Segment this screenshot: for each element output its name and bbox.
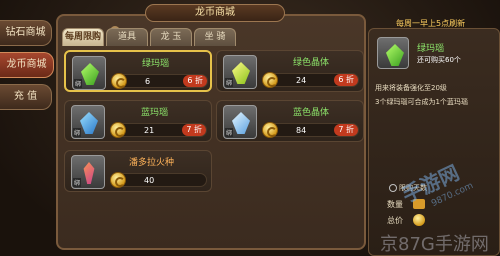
price-bar: 84 7 折 [262,122,359,138]
item-icon-box: 绑 [71,105,105,139]
green-agate-icon [386,44,404,66]
detail-remaining: 还可购买60个 [417,56,461,64]
item-name: 潘多拉火种 [129,158,175,168]
item-icon-box: 绑 [223,105,257,139]
detail-desc-line: 3个绿玛瑙可合成为1个蓝玛瑙 [375,98,468,106]
page-title: 龙币商城 [145,4,285,22]
clock-icon [389,184,397,192]
bound-tag: 绑 [74,79,83,88]
watermark: 京87G手游网 [380,234,489,255]
tab-bar: 每周限购 道具 龙 玉 坐 骑 [62,28,236,46]
tab-weekly-limit[interactable]: 每周限购 [62,28,104,46]
green-agate-icon [81,63,99,85]
bound-tag: 绑 [225,128,234,137]
shop-item[interactable]: 绑 绿色晶体 24 6 折 [216,50,364,92]
dragon-coin-icon [110,122,126,138]
tab-dragon-jade[interactable]: 龙 玉 [150,28,192,46]
green-crystal-icon [232,62,250,84]
bound-tag: 绑 [73,128,82,137]
dragon-coin-icon [262,122,278,138]
discount-badge: 7 折 [182,124,206,136]
item-price: 21 [144,126,155,135]
price-bar: 40 [110,172,207,188]
dragon-coin-icon [111,73,127,89]
sidebar-item-recharge[interactable]: 充 值 [0,84,52,110]
item-price: 6 [145,77,151,86]
shop-item[interactable]: 绑 蓝玛瑙 21 7 折 [64,100,212,142]
item-detail-panel: 绿玛瑙 还可购买60个 用来将装备强化至20级 3个绿玛瑙可合成为1个蓝玛瑙 限… [368,28,500,256]
dragon-coin-icon [110,172,126,188]
total-price-label: 总价 [387,216,403,225]
item-price: 24 [296,76,307,85]
tab-props[interactable]: 道具 [106,28,148,46]
item-icon-box: 绑 [71,155,105,189]
item-icon-box: 绑 [223,55,257,89]
discount-badge: 7 折 [334,124,358,136]
sidebar-item-dragon-coin-mall[interactable]: 龙币商城 [0,52,54,78]
detail-item-name: 绿玛瑙 [417,44,445,54]
discount-badge: 6 折 [183,75,207,87]
item-name: 蓝色晶体 [293,108,330,118]
blue-agate-icon [80,112,98,134]
pandora-tinder-icon [83,162,95,184]
tab-mounts[interactable]: 坐 骑 [194,28,236,46]
discount-badge: 6 折 [334,74,358,86]
shop-item[interactable]: 绑 潘多拉火种 40 [64,150,212,192]
detail-item-icon [377,37,409,69]
item-name: 绿玛瑙 [142,59,170,69]
price-bar: 6 6 折 [111,73,208,89]
detail-desc-line: 用来将装备强化至20级 [375,84,447,92]
item-price: 40 [144,176,155,185]
price-bar: 24 6 折 [262,72,359,88]
bound-tag: 绑 [225,78,234,87]
dragon-coin-icon [262,72,278,88]
quantity-label: 数量 [387,200,403,209]
sidebar: 钻石商城 龙币商城 充 值 [0,20,54,116]
bound-tag: 绑 [73,178,82,187]
item-name: 蓝玛瑙 [141,108,169,118]
shop-item[interactable]: 绑 蓝色晶体 84 7 折 [216,100,364,142]
item-name: 绿色晶体 [293,58,330,68]
shop-item[interactable]: 绑 绿玛瑙 6 6 折 [64,50,212,92]
sidebar-item-diamond-mall[interactable]: 钻石商城 [0,20,52,46]
item-icon-box: 绑 [72,56,106,90]
item-price: 84 [296,126,307,135]
detail-description: 用来将装备强化至20级 3个绿玛瑙可合成为1个蓝玛瑙 [375,81,497,109]
price-bar: 21 7 折 [110,122,207,138]
blue-crystal-icon [232,112,250,134]
dragon-coin-icon [413,214,425,226]
